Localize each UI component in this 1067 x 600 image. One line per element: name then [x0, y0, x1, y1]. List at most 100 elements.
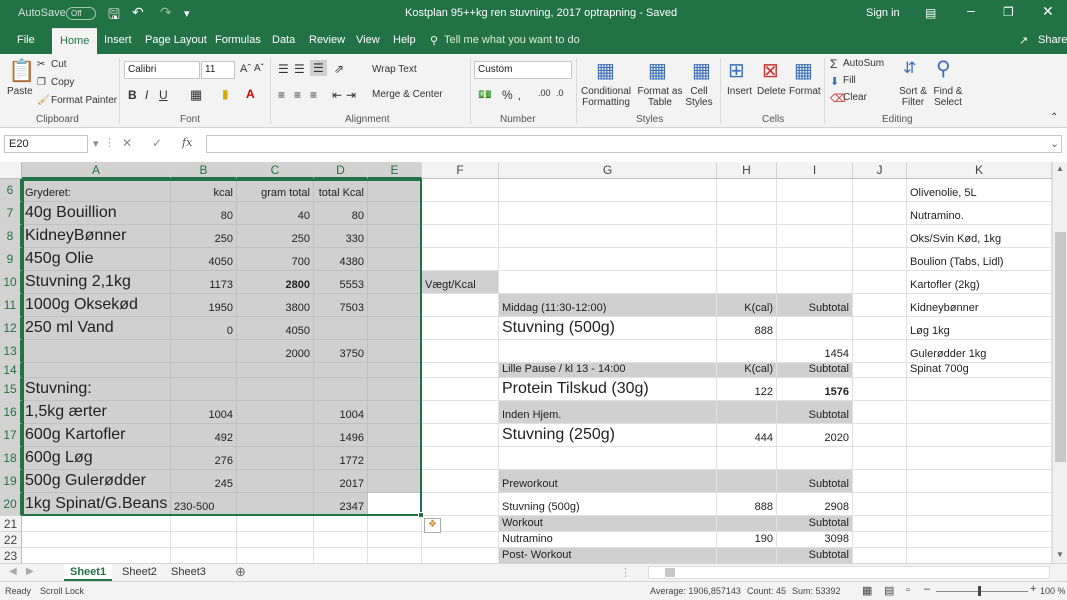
- cell-d20[interactable]: 2347: [314, 493, 368, 516]
- format-cells-icon[interactable]: ▦: [794, 58, 813, 83]
- cell-a20[interactable]: 1kg Spinat/G.Beans: [22, 493, 171, 516]
- cell-d15[interactable]: [314, 378, 368, 401]
- autosum-button[interactable]: AutoSum: [843, 58, 884, 69]
- cell-d23[interactable]: [314, 548, 368, 563]
- bold-button[interactable]: B: [128, 88, 137, 102]
- cell-e9[interactable]: [368, 248, 422, 271]
- cell-k12[interactable]: Løg 1kg: [907, 317, 1052, 340]
- cell-g20[interactable]: Stuvning (500g): [499, 493, 717, 516]
- cell-h12[interactable]: 888: [717, 317, 777, 340]
- cell-f10[interactable]: Vægt/Kcal: [422, 271, 499, 294]
- cell-a18[interactable]: 600g Løg: [22, 447, 171, 470]
- cell-e19[interactable]: [368, 470, 422, 493]
- tab-file[interactable]: File: [17, 34, 35, 46]
- cell-j9[interactable]: [853, 248, 907, 271]
- cell-g23[interactable]: Post- Workout: [499, 548, 717, 563]
- cell-a21[interactable]: [22, 516, 171, 532]
- share-icon[interactable]: ↗: [1019, 34, 1028, 47]
- cell-f23[interactable]: [422, 548, 499, 563]
- formula-input[interactable]: [206, 135, 1062, 153]
- sort-filter-button[interactable]: Sort & Filter: [898, 86, 928, 108]
- cell-f20[interactable]: [422, 493, 499, 516]
- tab-view[interactable]: View: [356, 34, 380, 46]
- align-bottom-icon[interactable]: ☰: [310, 60, 327, 76]
- format-as-table-icon[interactable]: ▦: [648, 58, 667, 83]
- cell-j18[interactable]: [853, 447, 907, 470]
- percent-icon[interactable]: %: [502, 88, 513, 102]
- customize-qat-icon[interactable]: ▾: [184, 7, 190, 20]
- redo-icon[interactable]: ↷: [160, 4, 172, 21]
- cell-h6[interactable]: [717, 179, 777, 202]
- cell-g11[interactable]: Middag (11:30-12:00): [499, 294, 717, 317]
- cell-g8[interactable]: [499, 225, 717, 248]
- cell-h21[interactable]: [717, 516, 777, 532]
- cell-i13[interactable]: 1454: [777, 340, 853, 363]
- cell-i8[interactable]: [777, 225, 853, 248]
- cell-h17[interactable]: 444: [717, 424, 777, 447]
- zoom-slider-thumb[interactable]: [978, 586, 981, 596]
- cell-j12[interactable]: [853, 317, 907, 340]
- cell-c9[interactable]: 700: [237, 248, 314, 271]
- cell-f9[interactable]: [422, 248, 499, 271]
- cell-styles-icon[interactable]: ▦: [692, 58, 711, 83]
- cell-c11[interactable]: 3800: [237, 294, 314, 317]
- cell-h8[interactable]: [717, 225, 777, 248]
- cell-d11[interactable]: 7503: [314, 294, 368, 317]
- select-all-corner[interactable]: [0, 162, 22, 179]
- zoom-slider[interactable]: [936, 591, 1028, 592]
- cell-j14[interactable]: [853, 363, 907, 378]
- cell-d7[interactable]: 80: [314, 202, 368, 225]
- cell-e21[interactable]: [368, 516, 422, 532]
- cancel-icon[interactable]: ✕: [122, 136, 132, 150]
- cell-i6[interactable]: [777, 179, 853, 202]
- cell-h15[interactable]: 122: [717, 378, 777, 401]
- cell-h11[interactable]: K(cal): [717, 294, 777, 317]
- cell-styles-button[interactable]: Cell Styles: [684, 86, 714, 108]
- cell-i21[interactable]: Subtotal: [777, 516, 853, 532]
- cell-k17[interactable]: [907, 424, 1052, 447]
- cell-f14[interactable]: [422, 363, 499, 378]
- cell-b9[interactable]: 4050: [171, 248, 237, 271]
- sheet-tab-1[interactable]: Sheet1: [64, 564, 113, 581]
- font-color-icon[interactable]: A: [246, 87, 255, 101]
- cell-g12[interactable]: Stuvning (500g): [499, 317, 717, 340]
- column-header-b[interactable]: B: [171, 162, 237, 179]
- cell-e8[interactable]: [368, 225, 422, 248]
- conditional-formatting-button[interactable]: Conditional Formatting: [580, 86, 632, 108]
- cell-k9[interactable]: Boulion (Tabs, Lidl): [907, 248, 1052, 271]
- cell-c23[interactable]: [237, 548, 314, 563]
- cell-f22[interactable]: [422, 532, 499, 548]
- cell-j17[interactable]: [853, 424, 907, 447]
- cell-b23[interactable]: [171, 548, 237, 563]
- sign-in-link[interactable]: Sign in: [866, 7, 900, 19]
- enter-icon[interactable]: ✓: [152, 136, 162, 150]
- cell-f16[interactable]: [422, 401, 499, 424]
- cell-d22[interactable]: [314, 532, 368, 548]
- cell-a11[interactable]: 1000g Oksekød: [22, 294, 171, 317]
- cell-h13[interactable]: [717, 340, 777, 363]
- tab-review[interactable]: Review: [309, 34, 345, 46]
- cell-e10[interactable]: [368, 271, 422, 294]
- cell-c21[interactable]: [237, 516, 314, 532]
- cell-d16[interactable]: 1004: [314, 401, 368, 424]
- increase-decimal-icon[interactable]: .00: [538, 88, 551, 98]
- borders-icon[interactable]: ▦: [190, 87, 202, 103]
- cell-c18[interactable]: [237, 447, 314, 470]
- cell-h18[interactable]: [717, 447, 777, 470]
- cell-a9[interactable]: 450g Olie: [22, 248, 171, 271]
- cell-b11[interactable]: 1950: [171, 294, 237, 317]
- cell-k11[interactable]: Kidneybønner: [907, 294, 1052, 317]
- cell-j20[interactable]: [853, 493, 907, 516]
- row-header-11[interactable]: 11: [0, 294, 22, 317]
- cell-b6[interactable]: kcal: [171, 179, 237, 202]
- fill-color-icon[interactable]: ▮: [222, 87, 229, 101]
- tab-home[interactable]: Home: [52, 28, 98, 54]
- autosave-toggle[interactable]: Off: [66, 7, 96, 20]
- decrease-decimal-icon[interactable]: .0: [556, 88, 564, 98]
- row-header-15[interactable]: 15: [0, 378, 22, 401]
- column-header-c[interactable]: C: [237, 162, 314, 179]
- cell-i9[interactable]: [777, 248, 853, 271]
- row-header-14[interactable]: 14: [0, 363, 22, 378]
- cell-g14[interactable]: Lille Pause / kl 13 - 14:00: [499, 363, 717, 378]
- cell-c19[interactable]: [237, 470, 314, 493]
